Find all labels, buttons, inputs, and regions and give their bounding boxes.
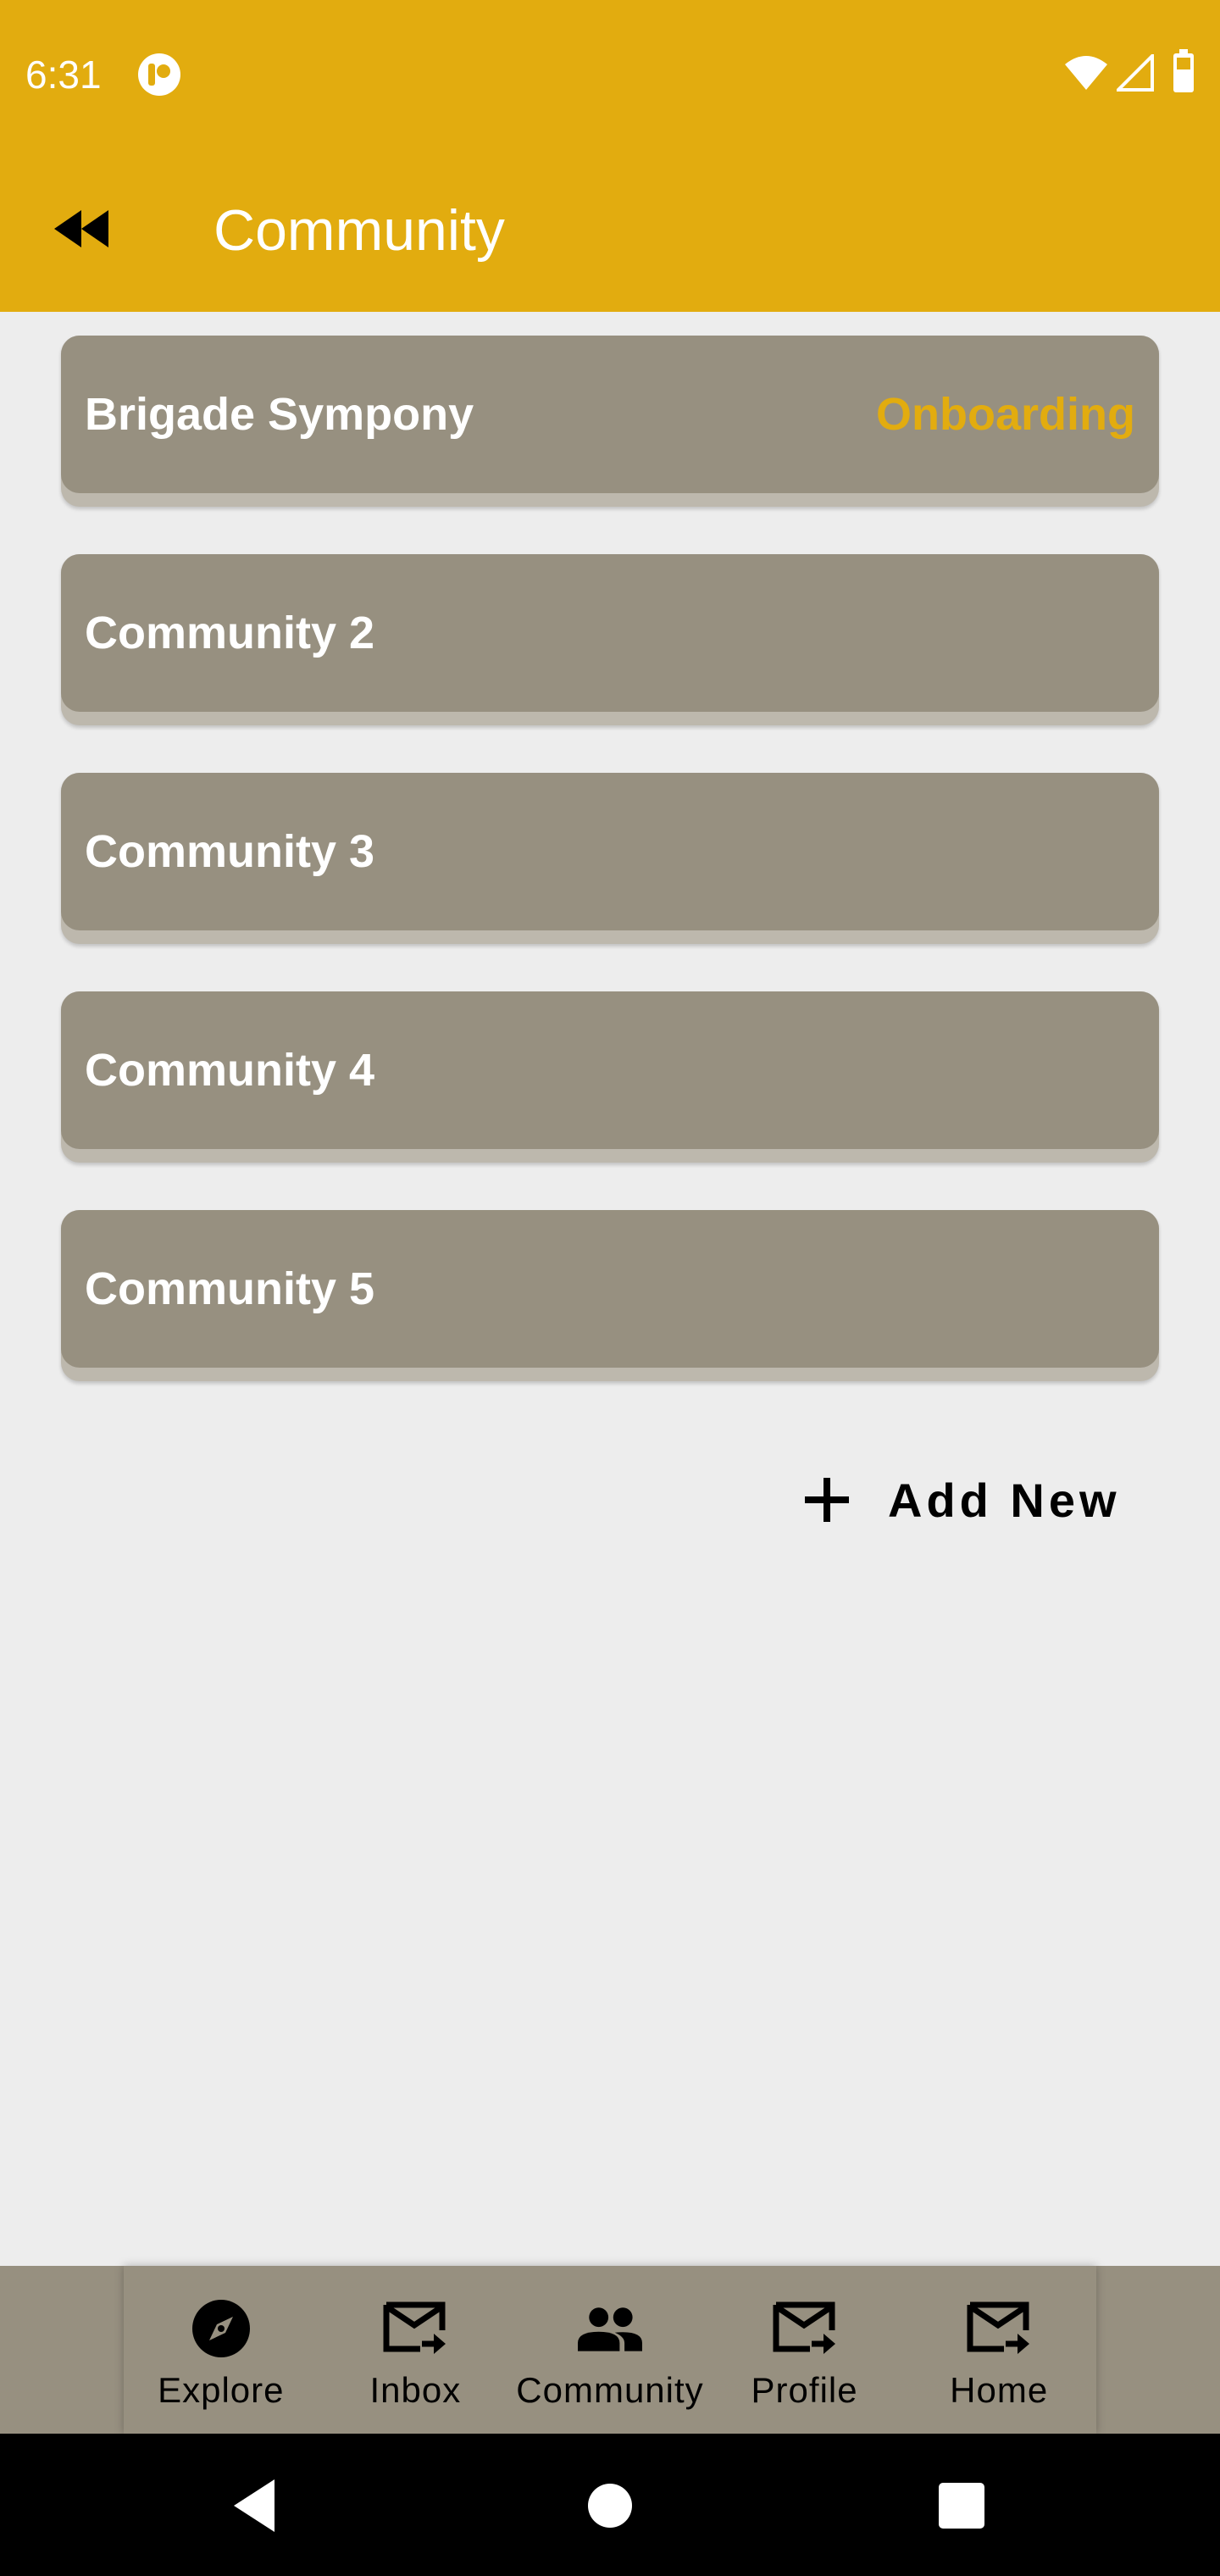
nav-label: Home <box>950 2370 1049 2410</box>
add-new-button[interactable]: Add New <box>800 1466 1121 1534</box>
system-navigation-bar <box>0 2434 1220 2576</box>
back-triangle-icon[interactable] <box>227 2476 286 2535</box>
signal-icon <box>1117 54 1154 92</box>
recents-square-icon[interactable] <box>932 2476 991 2535</box>
people-icon <box>577 2296 642 2361</box>
nav-label: Explore <box>158 2370 285 2410</box>
compass-icon <box>189 2296 253 2361</box>
card-face: Community 2 <box>61 554 1159 712</box>
nav-item-inbox[interactable]: Inbox <box>319 2266 513 2434</box>
community-card[interactable]: Community 3 <box>61 773 1159 944</box>
card-face: Brigade Sympony Onboarding <box>61 336 1159 493</box>
mail-forward-icon <box>967 2296 1031 2361</box>
app-notification-icon <box>138 53 180 96</box>
mail-forward-icon <box>383 2296 447 2361</box>
community-card[interactable]: Community 5 <box>61 1210 1159 1381</box>
add-new-label: Add New <box>888 1473 1121 1527</box>
community-name: Brigade Sympony <box>85 389 474 440</box>
home-circle-icon[interactable] <box>580 2476 640 2535</box>
nav-label: Inbox <box>369 2370 462 2410</box>
status-bar: 6:31 <box>0 0 1220 144</box>
community-list: Brigade Sympony Onboarding Community 2 C… <box>61 336 1159 1429</box>
back-button[interactable] <box>47 195 115 263</box>
page-title: Community <box>214 198 505 263</box>
status-time: 6:31 <box>25 53 102 97</box>
app-bar: 6:31 Community <box>0 0 1220 312</box>
nav-item-home[interactable]: Home <box>901 2266 1096 2434</box>
card-face: Community 4 <box>61 991 1159 1149</box>
plus-icon <box>805 1478 849 1522</box>
battery-icon <box>1173 49 1194 92</box>
community-card[interactable]: Community 4 <box>61 991 1159 1163</box>
community-card[interactable]: Brigade Sympony Onboarding <box>61 336 1159 507</box>
rewind-icon <box>54 210 108 247</box>
community-name: Community 5 <box>85 1263 375 1314</box>
nav-item-profile[interactable]: Profile <box>707 2266 902 2434</box>
mail-forward-icon <box>773 2296 837 2361</box>
nav-label: Community <box>516 2370 704 2410</box>
nav-item-community[interactable]: Community <box>513 2266 707 2434</box>
card-face: Community 3 <box>61 773 1159 930</box>
community-name: Community 2 <box>85 608 375 658</box>
community-status: Onboarding <box>876 389 1135 440</box>
bottom-navigation: Explore Inbox Community Profile Home <box>124 2266 1096 2434</box>
wifi-icon <box>1065 56 1107 90</box>
screen: 6:31 Community Brigade Sympony Onboardin… <box>0 0 1220 2576</box>
nav-label: Profile <box>751 2370 858 2410</box>
nav-item-explore[interactable]: Explore <box>124 2266 319 2434</box>
community-name: Community 3 <box>85 826 375 877</box>
card-face: Community 5 <box>61 1210 1159 1368</box>
community-card[interactable]: Community 2 <box>61 554 1159 725</box>
community-name: Community 4 <box>85 1045 375 1096</box>
